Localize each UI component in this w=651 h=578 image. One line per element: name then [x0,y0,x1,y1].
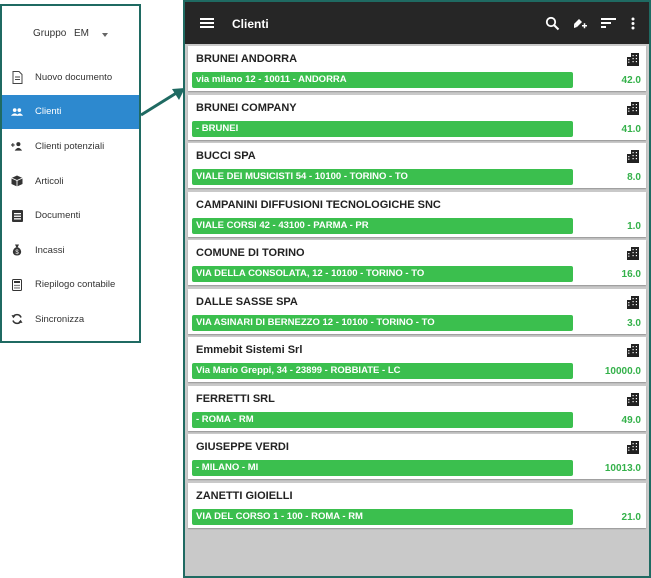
menu-item-label: Articoli [35,175,64,187]
building-icon [626,149,640,163]
customer-name: DALLE SASSE SPA [196,295,298,308]
customer-name: GIUSEPPE VERDI [196,441,289,453]
menu-item[interactable]: Articoli [2,164,139,199]
customer-amount: 10000.0 [604,366,641,377]
group-value: EM [74,28,89,39]
customer-amount: 41.0 [621,123,641,135]
pointer-arrow [140,88,185,117]
building-icon [626,52,640,66]
menu-item[interactable]: Clienti [2,94,139,130]
building-icon [626,343,640,357]
customer-card[interactable]: DALLE SASSE SPA VIA ASINARI DI BERNEZZO 1… [188,288,646,334]
edit-add-icon[interactable] [572,15,588,31]
customer-address: VIA DELLA CONSOLATA, 12 - 10100 - TORINO… [192,266,573,282]
menu-icon[interactable] [199,15,215,31]
customer-name: COMUNE DI TORINO [196,247,305,259]
drawer-menu: Nuovo documento Clienti Clienti potenziali… [2,60,139,337]
group-selector[interactable]: Gruppo EM [2,24,139,44]
sync-icon [11,313,23,325]
document-icon [11,70,23,84]
customer-address: Via Mario Greppi, 34 - 23899 - ROBBIATE … [192,363,573,379]
more-vert-icon[interactable] [625,15,641,31]
customer-name: CAMPANINI DIFFUSIONI TECNOLOGICHE SNC [196,198,441,211]
customer-card[interactable]: BRUNEI COMPANY - BRUNEI 41.0 [188,94,646,140]
add-person-icon [11,140,23,152]
customer-amount: 10013.0 [604,463,641,474]
customer-name: BUCCI SPA [196,150,256,162]
customer-card[interactable]: BUCCI SPA VIALE DEI MUSICISTI 54 - 10100 … [188,143,646,188]
menu-item-label: Clienti [35,106,62,118]
navigation-drawer: Gruppo EM Nuovo documento Clienti Clienti … [0,4,141,343]
search-icon[interactable] [544,15,560,31]
customer-amount: 3.0 [627,317,641,329]
customer-address: VIALE CORSI 42 - 43100 - PARMA - PR [192,217,573,234]
customer-card[interactable]: CAMPANINI DIFFUSIONI TECNOLOGICHE SNC VIA… [188,191,646,237]
building-icon [626,440,640,454]
menu-item[interactable]: Riepilogo contabile [2,268,139,303]
customer-address: via milano 12 - 10011 - ANDORRA [192,72,573,88]
people-icon [11,106,23,118]
box-icon [11,175,23,187]
menu-item-label: Nuovo documento [35,71,113,83]
menu-item[interactable]: Documenti [2,198,139,233]
customer-card[interactable]: COMUNE DI TORINO VIA DELLA CONSOLATA, 12 … [188,240,646,285]
calculator-icon [11,278,23,291]
documents-icon [11,209,23,222]
customer-card[interactable]: GIUSEPPE VERDI - MILANO - MI 10013.0 [188,434,646,479]
customer-amount: 1.0 [627,220,641,232]
money-bag-icon: $ [11,244,23,256]
customer-name: ZANETTI GIOIELLI [196,489,293,502]
sort-icon[interactable] [600,15,616,31]
building-icon [626,246,640,260]
customer-name: BRUNEI ANDORRA [196,53,298,65]
customer-card[interactable]: ZANETTI GIOIELLI VIA DEL CORSO 1 - 100 - … [188,482,646,528]
customer-address: - MILANO - MI [192,460,573,476]
customer-card[interactable]: FERRETTI SRL - ROMA - RM 49.0 [188,385,646,431]
customer-card[interactable]: Emmebit Sistemi Srl Via Mario Greppi, 34 … [188,337,646,382]
group-label: Gruppo [33,28,67,39]
customer-list: BRUNEI ANDORRA via milano 12 - 10011 - AN… [188,46,646,531]
building-icon [626,101,640,115]
menu-item-label: Incassi [35,244,65,256]
customer-address: VIA DEL CORSO 1 - 100 - ROMA - RM [192,508,573,525]
menu-item[interactable]: Nuovo documento [2,60,139,95]
customer-name: FERRETTI SRL [196,392,275,405]
customer-card[interactable]: BRUNEI ANDORRA via milano 12 - 10011 - AN… [188,46,646,91]
customer-address: VIA ASINARI DI BERNEZZO 12 - 10100 - TOR… [192,314,573,331]
menu-item-label: Clienti potenziali [35,140,105,152]
app-bar: Clienti [185,2,649,44]
customer-amount: 8.0 [627,172,641,183]
customer-address: - BRUNEI [192,120,573,137]
menu-item[interactable]: Clienti potenziali [2,129,139,164]
customer-address: - ROMA - RM [192,411,573,428]
menu-item[interactable]: $ Incassi [2,233,139,268]
page-title: Clienti [232,17,269,31]
menu-item[interactable]: Sincronizza [2,302,139,337]
customer-address: VIALE DEI MUSICISTI 54 - 10100 - TORINO … [192,169,573,185]
dropdown-caret-icon [102,33,108,37]
menu-item-label: Documenti [35,210,81,222]
menu-item-label: Sincronizza [35,313,85,325]
customer-amount: 42.0 [621,75,641,86]
app-screen: Clienti BRUNEI ANDORRA via milano 12 - 10… [183,0,651,578]
customer-amount: 21.0 [621,511,641,523]
customer-name: BRUNEI COMPANY [196,101,297,114]
customer-amount: 16.0 [621,269,641,280]
building-icon [626,295,640,309]
building-icon [626,392,640,406]
customer-amount: 49.0 [621,414,641,426]
customer-name: Emmebit Sistemi Srl [196,344,303,356]
menu-item-label: Riepilogo contabile [35,279,116,291]
